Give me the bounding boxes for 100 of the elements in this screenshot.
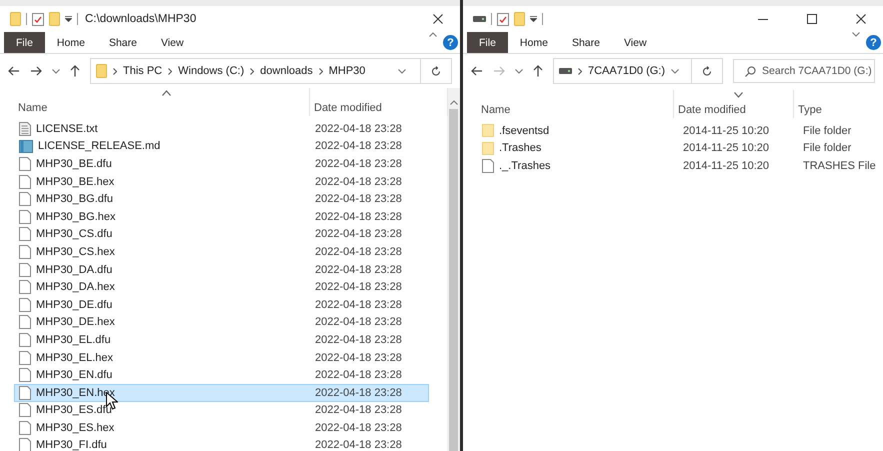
- type-cell-text: File folder: [802, 124, 852, 137]
- file-row[interactable]: MHP30_DE.hex 2022-04-18 23:28: [14, 314, 429, 332]
- dropdown-icon: [671, 68, 680, 74]
- column-header[interactable]: Name: [14, 88, 310, 116]
- breadcrumb-item[interactable]: downloads: [260, 65, 313, 77]
- file-row[interactable]: LICENSE.txt 2022-04-18 23:28: [14, 120, 429, 138]
- file-tab[interactable]: File: [467, 32, 508, 53]
- chevron-right-icon: [578, 68, 582, 74]
- chevron-right-icon: [250, 68, 254, 74]
- date-cell-text: 2022-04-18 23:28: [314, 228, 402, 240]
- customize-toolbar-icon[interactable]: [65, 16, 72, 22]
- search-field[interactable]: Search 7CAA71D0 (G:): [733, 59, 875, 83]
- refresh-button[interactable]: [421, 58, 452, 84]
- scroll-up-icon: [450, 100, 458, 105]
- back-arrow-icon[interactable]: [8, 66, 20, 76]
- file-name: .fseventsd: [499, 124, 550, 137]
- ribbon-tab[interactable]: Home: [508, 32, 560, 53]
- properties-icon[interactable]: [497, 12, 509, 26]
- file-row[interactable]: LICENSE_RELEASE.md 2022-04-18 23:28: [14, 138, 429, 156]
- file-row[interactable]: MHP30_EL.hex 2022-04-18 23:28: [14, 348, 429, 366]
- file-icon: [19, 403, 31, 418]
- file-tab[interactable]: File: [4, 32, 45, 53]
- address-bar[interactable]: 7CAA71D0 (G:): [553, 58, 692, 84]
- file-row[interactable]: MHP30_ES.hex 2022-04-18 23:28: [14, 419, 429, 437]
- date-cell-text: 2022-04-18 23:28: [314, 122, 402, 135]
- search-icon: [745, 66, 756, 77]
- maximize-icon[interactable]: [807, 14, 817, 24]
- file-icon: [19, 350, 31, 365]
- ribbon-tab[interactable]: Share: [560, 32, 612, 53]
- file-name: .Trashes: [499, 142, 542, 154]
- sort-descending-icon: [734, 92, 742, 98]
- file-row[interactable]: MHP30_CS.hex 2022-04-18 23:28: [14, 243, 429, 261]
- scrollbar-thumb[interactable]: [449, 109, 458, 451]
- breadcrumb-item[interactable]: 7CAA71D0 (G:): [588, 65, 666, 77]
- dropdown-icon: [398, 68, 406, 74]
- date-cell-text: 2014-11-25 10:20: [682, 124, 770, 137]
- type-cell-text: TRASHES File: [802, 160, 876, 172]
- address-bar[interactable]: This PC Windows (C:) downloads MHP30: [90, 58, 421, 84]
- help-icon[interactable]: ?: [866, 35, 881, 50]
- file-icon: [19, 262, 31, 277]
- breadcrumb-item[interactable]: This PC: [123, 65, 162, 77]
- file-row[interactable]: MHP30_FI.dfu 2022-04-18 23:28: [14, 436, 429, 451]
- date-cell-text: 2022-04-18 23:28: [314, 439, 402, 451]
- column-header[interactable]: Date modified: [674, 90, 794, 118]
- file-row[interactable]: MHP30_ES.dfu 2022-04-18 23:28: [14, 402, 429, 420]
- file-icon: [19, 244, 31, 259]
- customize-toolbar-icon[interactable]: [530, 16, 537, 22]
- expand-ribbon-icon: [852, 32, 860, 37]
- file-row[interactable]: ._.Trashes 2014-11-25 10:20 TRASHES File: [477, 157, 883, 175]
- file-name: MHP30_CS.dfu: [36, 228, 112, 240]
- minimize-icon[interactable]: [758, 18, 768, 20]
- ribbon-tab[interactable]: View: [612, 32, 659, 53]
- column-header[interactable]: Name: [477, 90, 674, 118]
- file-row[interactable]: MHP30_CS.dfu 2022-04-18 23:28: [14, 226, 429, 244]
- refresh-icon: [702, 66, 712, 76]
- up-arrow-icon[interactable]: [70, 65, 80, 77]
- drive-icon: [559, 68, 572, 74]
- date-cell-text: 2022-04-18 23:28: [314, 404, 402, 416]
- file-name: MHP30_EN.hex: [36, 386, 115, 399]
- refresh-button[interactable]: [692, 58, 724, 84]
- file-name: MHP30_BG.hex: [36, 210, 116, 223]
- scrollbar[interactable]: [447, 88, 460, 451]
- file-row[interactable]: .Trashes 2014-11-25 10:20 File folder: [477, 140, 883, 158]
- ribbon-tab[interactable]: View: [148, 32, 196, 53]
- date-cell-text: 2022-04-18 23:28: [314, 298, 402, 311]
- file-row[interactable]: MHP30_EN.dfu 2022-04-18 23:28: [14, 366, 429, 384]
- file-icon: [19, 174, 31, 189]
- properties-icon[interactable]: [32, 12, 44, 26]
- column-header[interactable]: Type: [794, 90, 883, 118]
- up-arrow-icon[interactable]: [533, 65, 543, 77]
- close-icon[interactable]: [433, 14, 443, 24]
- file-row[interactable]: MHP30_BE.dfu 2022-04-18 23:28: [14, 155, 429, 173]
- help-icon[interactable]: ?: [443, 35, 458, 50]
- breadcrumb-item[interactable]: MHP30: [328, 65, 366, 77]
- back-arrow-icon[interactable]: [471, 66, 483, 76]
- date-cell-text: 2014-11-25 10:20: [682, 142, 770, 154]
- date-cell-text: 2022-04-18 23:28: [314, 210, 402, 223]
- file-row[interactable]: MHP30_BG.dfu 2022-04-18 23:28: [14, 190, 429, 208]
- file-row[interactable]: MHP30_BE.hex 2022-04-18 23:28: [14, 172, 429, 190]
- file-name: MHP30_ES.dfu: [36, 404, 112, 416]
- file-row[interactable]: MHP30_EN.hex 2022-04-18 23:28: [14, 384, 429, 402]
- date-cell-text: 2022-04-18 23:28: [314, 140, 402, 152]
- ribbon-tab[interactable]: Home: [44, 32, 97, 53]
- file-name: ._.Trashes: [499, 160, 551, 172]
- file-row[interactable]: MHP30_DE.dfu 2022-04-18 23:28: [14, 296, 429, 314]
- forward-arrow-icon[interactable]: [30, 66, 42, 76]
- close-icon[interactable]: [856, 14, 866, 24]
- file-row[interactable]: .fseventsd 2014-11-25 10:20 File folder: [477, 122, 883, 140]
- file-name: MHP30_BE.dfu: [36, 158, 112, 170]
- date-cell-text: 2022-04-18 23:28: [314, 281, 402, 294]
- file-row[interactable]: MHP30_DA.dfu 2022-04-18 23:28: [14, 260, 429, 278]
- breadcrumb-item[interactable]: Windows (C:): [178, 65, 244, 77]
- file-row[interactable]: MHP30_DA.hex 2022-04-18 23:28: [14, 278, 429, 296]
- file-row[interactable]: MHP30_EL.dfu 2022-04-18 23:28: [14, 331, 429, 349]
- file-name: MHP30_DA.dfu: [36, 264, 112, 276]
- ribbon-tab[interactable]: Share: [96, 32, 149, 53]
- file-row[interactable]: MHP30_BG.hex 2022-04-18 23:28: [14, 208, 429, 226]
- file-name: MHP30_EN.dfu: [36, 369, 112, 382]
- file-name: MHP30_CS.hex: [36, 246, 115, 258]
- file-icon: [19, 298, 31, 312]
